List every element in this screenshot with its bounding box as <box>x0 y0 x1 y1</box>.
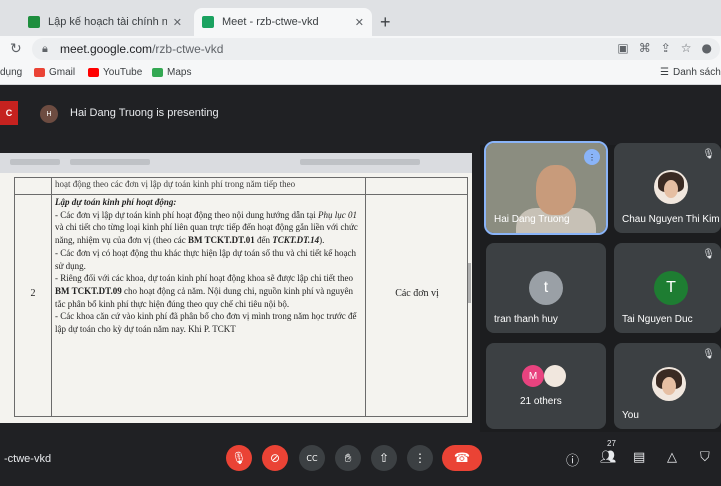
camera-off-icon[interactable]: ⊘ <box>262 445 288 471</box>
meeting-controls-bar: -ctwe-vkd 🎙︎ ⊘ CC ✋︎ ⇧ ⋮ ☎︎ ⓘ 27 👥︎ ▤ △ … <box>0 432 721 486</box>
reading-list[interactable]: ☰ Danh sách <box>660 67 721 78</box>
present-icon[interactable]: ⇧ <box>371 445 397 471</box>
reload-icon[interactable]: ↻ <box>10 41 22 57</box>
participant-name: You <box>622 410 639 421</box>
avatar: H <box>40 105 58 123</box>
tab-title: Meet - rzb-ctwe-vkd <box>222 16 319 28</box>
paragraph-4: - Các khoa căn cứ vào kinh phí đã phân b… <box>55 311 357 335</box>
mic-off-icon[interactable]: 🎙︎ <box>226 445 252 471</box>
hang-up-icon[interactable]: ☎︎ <box>442 445 482 471</box>
participant-tile-chau-nguyen-thi-kim[interactable]: 🎙︎ Chau Nguyen Thi Kim <box>614 143 721 233</box>
speaking-indicator-icon: ⋮ <box>584 149 600 165</box>
browser-toolbar: ↻ 🔒︎ meet.google.com/rzb-ctwe-vkd ▣ ⌘ ⇪ … <box>0 36 721 62</box>
participant-name: Hai Dang Truong <box>494 214 570 225</box>
paragraph-3: - Riêng đối với các khoa, dự toán kinh p… <box>55 273 353 309</box>
participant-tile-you[interactable]: 🎙︎ You <box>614 343 721 429</box>
bookmark-youtube[interactable]: YouTube <box>88 67 142 78</box>
tab-meet[interactable]: Meet - rzb-ctwe-vkd ✕ <box>194 8 372 36</box>
raise-hand-icon[interactable]: ✋︎ <box>335 445 361 471</box>
omnibox-icons: ▣ ⌘ ⇪ ☆ ● <box>617 41 712 55</box>
tab-title: Lập kế hoạch tài chính năm 20 <box>48 16 167 28</box>
previous-row-text: hoạt động theo các đơn vị lập dự toán ki… <box>55 179 296 189</box>
browser-tab-bar: Lập kế hoạch tài chính năm 20 ✕ Meet - r… <box>0 0 721 36</box>
responsible-unit: Các đơn vị <box>395 288 439 299</box>
row-number: 2 <box>30 288 36 299</box>
camera-permission-icon[interactable]: ▣ <box>617 41 628 55</box>
budget-table: 2 Các đơn vị hoạt động theo các đơn vị l… <box>14 177 468 417</box>
share-icon[interactable]: ⇪ <box>661 41 671 55</box>
maps-icon <box>152 68 163 77</box>
people-icon[interactable]: 👥︎ <box>600 450 617 465</box>
tab-planning-doc[interactable]: Lập kế hoạch tài chính năm 20 ✕ <box>20 8 190 36</box>
youtube-icon <box>88 68 99 77</box>
shared-document: 2 Các đơn vị hoạt động theo các đơn vị l… <box>0 153 472 423</box>
info-icon[interactable]: ⓘ <box>566 450 579 469</box>
bookmark-apps[interactable]: dụng <box>0 67 22 78</box>
avatar <box>652 367 686 401</box>
people-count: 27 <box>607 439 616 448</box>
sheets-favicon-icon <box>28 16 40 28</box>
participant-name: Chau Nguyen Thi Kim <box>622 214 720 225</box>
presentation-stage: 2 Các đơn vị hoạt động theo các đơn vị l… <box>0 145 480 432</box>
bookmark-maps[interactable]: Maps <box>152 67 191 78</box>
avatar <box>654 170 688 204</box>
profile-icon[interactable]: ● <box>702 41 712 55</box>
meet-header: C H Hai Dang Truong is presenting <box>0 85 721 145</box>
gmail-icon <box>34 68 45 77</box>
close-tab-icon[interactable]: ✕ <box>173 16 182 29</box>
more-icon[interactable]: ⋮ <box>407 445 433 471</box>
mic-off-icon: 🎙︎ <box>702 349 715 360</box>
meeting-code: -ctwe-vkd <box>4 453 52 465</box>
avatar <box>544 365 566 387</box>
presenting-label: Hai Dang Truong is presenting <box>70 107 219 119</box>
close-tab-icon[interactable]: ✕ <box>355 16 364 29</box>
address-bar[interactable]: 🔒︎ meet.google.com/rzb-ctwe-vkd ▣ ⌘ ⇪ ☆ … <box>32 38 720 60</box>
bookmark-gmail[interactable]: Gmail <box>34 67 75 78</box>
avatar: t <box>529 271 563 305</box>
participant-name: tran thanh huy <box>494 314 558 325</box>
participant-name: Tai Nguyen Duc <box>622 314 693 325</box>
document-toolbar <box>0 153 472 173</box>
participant-tile-tran-thanh-huy[interactable]: t tran thanh huy <box>486 243 606 333</box>
participant-tile-tai-nguyen-duc[interactable]: T 🎙︎ Tai Nguyen Duc <box>614 243 721 333</box>
lock-icon: 🔒︎ <box>42 42 48 55</box>
paragraph-1: - Các đơn vị lập dự toán kinh phí hoạt đ… <box>55 209 358 246</box>
url-text: meet.google.com/rzb-ctwe-vkd <box>60 42 224 56</box>
participant-video <box>536 165 576 215</box>
row-content: hoạt động theo các đơn vị lập dự toán ki… <box>55 178 363 336</box>
host-controls-icon[interactable]: ⛉ <box>700 450 710 465</box>
reading-list-icon: ☰ <box>660 67 669 78</box>
participant-name: 21 others <box>520 396 562 407</box>
section-heading: Lập dự toán kinh phí hoạt động: <box>55 197 177 207</box>
chat-icon[interactable]: ▤ <box>633 450 645 465</box>
captions-icon[interactable]: CC <box>299 445 325 471</box>
mic-off-icon: 🎙︎ <box>702 249 715 260</box>
mic-off-icon: 🎙︎ <box>702 149 715 160</box>
participant-tile-others[interactable]: M 21 others <box>486 343 606 429</box>
paragraph-2: - Các đơn vị có hoạt động thu khác thực … <box>55 247 356 271</box>
avatar: T <box>654 271 688 305</box>
translate-icon[interactable]: ⌘ <box>639 41 651 55</box>
avatar: M <box>522 365 544 387</box>
participant-tile-hai-dang-truong[interactable]: ⋮ Hai Dang Truong <box>484 141 608 235</box>
bookmarks-bar: dụng Gmail YouTube Maps ☰ Danh sách <box>0 62 721 85</box>
scrollbar[interactable] <box>468 263 471 303</box>
recording-badge: C <box>0 101 18 125</box>
meet-favicon-icon <box>202 16 214 28</box>
bookmark-star-icon[interactable]: ☆ <box>681 41 692 55</box>
activities-icon[interactable]: △ <box>667 450 677 465</box>
plus-icon[interactable]: + <box>380 12 391 33</box>
